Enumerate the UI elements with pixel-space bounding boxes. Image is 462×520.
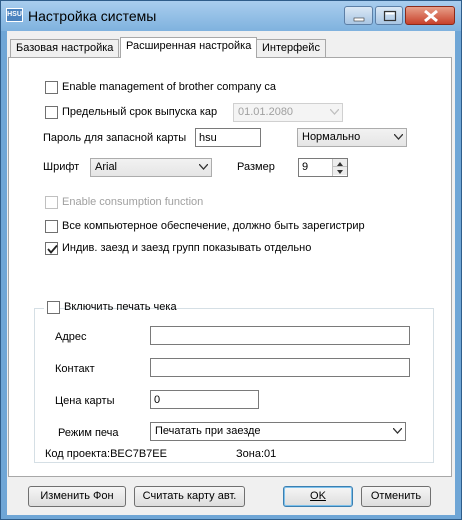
password-mode-select[interactable]: Нормально: [297, 128, 407, 147]
software-registered-label: Все компьютерное обеспечение, должно быт…: [62, 220, 365, 232]
address-label: Адрес: [55, 331, 87, 343]
card-expiry-date: 01.01.2080: [238, 106, 294, 118]
print-mode-value: Печатать при заезде: [155, 425, 261, 437]
spin-up-button[interactable]: [333, 159, 347, 167]
window-title: Настройка системы: [28, 8, 157, 24]
font-size-value: 9: [302, 161, 309, 173]
backup-card-password-input[interactable]: [195, 128, 261, 147]
tab-basic-settings[interactable]: Базовая настройка: [10, 39, 120, 57]
card-expiry-checkbox[interactable]: [45, 106, 58, 119]
maximize-button[interactable]: [375, 6, 403, 25]
font-size-label: Размер: [237, 161, 275, 173]
card-price-input[interactable]: [150, 390, 259, 409]
receipt-legend-spacer: [44, 300, 184, 316]
minimize-button[interactable]: [344, 6, 373, 25]
print-mode-select[interactable]: Печатать при заезде: [150, 422, 406, 441]
consumption-label: Enable consumption function: [62, 196, 204, 208]
spinner-buttons: [332, 159, 347, 176]
checkmark-icon: [47, 244, 58, 254]
font-value: Arial: [95, 161, 118, 173]
consumption-checkbox[interactable]: [45, 196, 58, 209]
close-button[interactable]: [405, 6, 455, 25]
font-size-spinner[interactable]: 9: [298, 158, 348, 177]
ok-button[interactable]: OK: [283, 486, 353, 507]
close-icon: [424, 9, 438, 23]
minimize-icon: [353, 17, 365, 22]
card-price-label: Цена карты: [55, 395, 115, 407]
backup-card-password-label: Пароль для запасной карты: [43, 132, 187, 144]
password-mode-value: Нормально: [302, 131, 361, 143]
settings-window: HSU Настройка системы Базовая настройка …: [0, 0, 462, 520]
title-bar[interactable]: HSU Настройка системы: [1, 1, 461, 31]
brother-management-label: Enable management of brother company ca: [62, 81, 277, 93]
contact-label: Контакт: [55, 363, 95, 375]
maximize-icon: [383, 10, 397, 22]
app-icon: HSU: [6, 8, 23, 22]
triangle-down-icon: [337, 170, 343, 174]
font-label: Шрифт: [43, 161, 80, 173]
print-mode-label: Режим печа: [58, 427, 119, 439]
individual-group-checkin-checkbox[interactable]: [45, 242, 58, 255]
font-select[interactable]: Arial: [90, 158, 212, 177]
cancel-button[interactable]: Отменить: [361, 486, 431, 507]
read-card-auto-button[interactable]: Считать карту авт.: [134, 486, 245, 507]
zone-text: Зона:01: [236, 448, 277, 460]
card-expiry-date-picker[interactable]: 01.01.2080: [233, 103, 343, 122]
spin-down-button[interactable]: [333, 167, 347, 175]
advanced-settings-panel: Enable management of brother company ca …: [8, 57, 452, 477]
chevron-down-icon: [199, 164, 208, 170]
card-expiry-label: Предельный срок выпуска кар: [62, 106, 218, 118]
dialog-body: Базовая настройка Расширенная настройка …: [7, 31, 455, 515]
tab-interface[interactable]: Интерфейс: [256, 39, 326, 57]
chevron-down-icon: [394, 134, 403, 140]
chevron-down-icon: [393, 428, 402, 434]
chevron-down-icon: [330, 109, 339, 115]
tab-advanced-settings[interactable]: Расширенная настройка: [120, 37, 258, 58]
address-input[interactable]: [150, 326, 410, 345]
project-code-text: Код проекта:BEC7B7EE: [45, 448, 167, 460]
change-background-button[interactable]: Изменить Фон: [28, 486, 126, 507]
software-registered-checkbox[interactable]: [45, 220, 58, 233]
contact-input[interactable]: [150, 358, 410, 377]
individual-group-checkin-label: Индив. заезд и заезд групп показывать от…: [62, 242, 312, 254]
tab-strip: Базовая настройка Расширенная настройка …: [7, 37, 455, 58]
brother-management-checkbox[interactable]: [45, 81, 58, 94]
